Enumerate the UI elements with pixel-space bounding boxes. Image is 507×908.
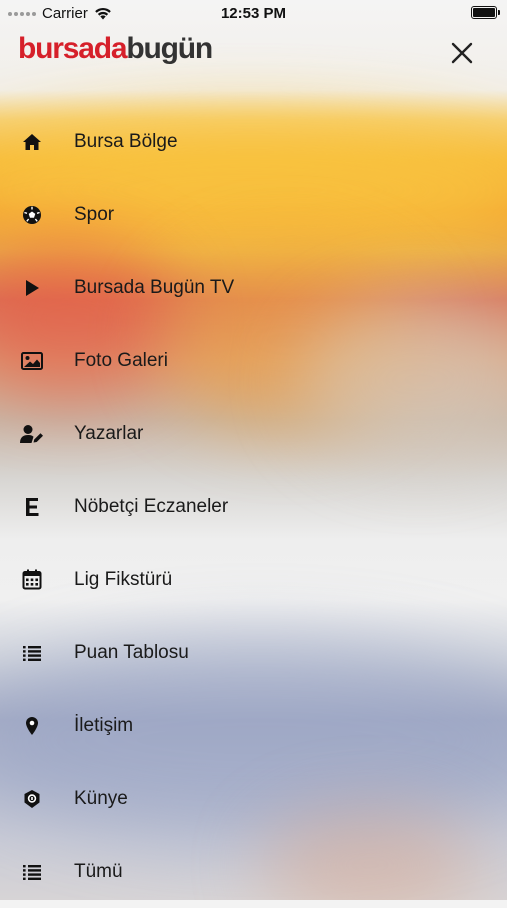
menu-item-bursada-bugun-tv[interactable]: Bursada Bugün TV <box>0 251 507 324</box>
soccer-ball-icon <box>20 203 44 227</box>
menu-item-puan-tablosu[interactable]: Puan Tablosu <box>0 616 507 689</box>
badge-icon <box>20 787 44 811</box>
menu-item-kunye[interactable]: Künye <box>0 762 507 835</box>
menu-item-foto-galeri[interactable]: Foto Galeri <box>0 324 507 397</box>
logo-text-secondary: bugün <box>126 32 213 65</box>
menu-item-label: Puan Tablosu <box>74 641 189 663</box>
map-pin-icon <box>20 714 44 738</box>
bursadabugun-logo: bursadabugün <box>18 30 213 68</box>
menu-item-label: Tümü <box>74 860 123 882</box>
play-icon <box>20 276 44 300</box>
logo-text-primary: bursada <box>18 32 128 65</box>
menu-item-nobetci-eczaneler[interactable]: Nöbetçi Eczaneler <box>0 470 507 543</box>
menu-item-bursa-bolge[interactable]: Bursa Bölge <box>0 105 507 178</box>
menu-item-label: Künye <box>74 787 128 809</box>
menu-item-label: Bursa Bölge <box>74 130 178 152</box>
calendar-icon <box>20 568 44 592</box>
home-icon <box>20 130 44 154</box>
menu-item-label: Foto Galeri <box>74 349 168 371</box>
menu-item-spor[interactable]: Spor <box>0 178 507 251</box>
menu-item-label: Nöbetçi Eczaneler <box>74 495 229 517</box>
menu-item-label: İletişim <box>74 714 134 736</box>
close-button[interactable] <box>445 36 479 70</box>
letter-e-icon <box>20 495 44 519</box>
status-time: 12:53 PM <box>220 5 287 22</box>
menu-item-lig-fiksturu[interactable]: Lig Fikstürü <box>0 543 507 616</box>
menu-header: bursadabugün <box>0 26 507 86</box>
status-bar: Carrier 12:53 PM <box>0 0 507 26</box>
menu-item-tumu[interactable]: Tümü <box>0 835 507 908</box>
user-edit-icon <box>20 422 44 446</box>
list-icon <box>20 860 44 884</box>
menu-item-label: Yazarlar <box>74 422 144 444</box>
menu-item-label: Spor <box>74 203 115 225</box>
close-icon <box>451 42 473 64</box>
menu-item-label: Lig Fikstürü <box>74 568 173 590</box>
list-icon <box>20 641 44 665</box>
battery-icon <box>471 6 500 19</box>
image-icon <box>20 349 44 373</box>
menu-item-yazarlar[interactable]: Yazarlar <box>0 397 507 470</box>
menu-item-label: Bursada Bugün TV <box>74 276 235 298</box>
menu-item-iletisim[interactable]: İletişim <box>0 689 507 762</box>
